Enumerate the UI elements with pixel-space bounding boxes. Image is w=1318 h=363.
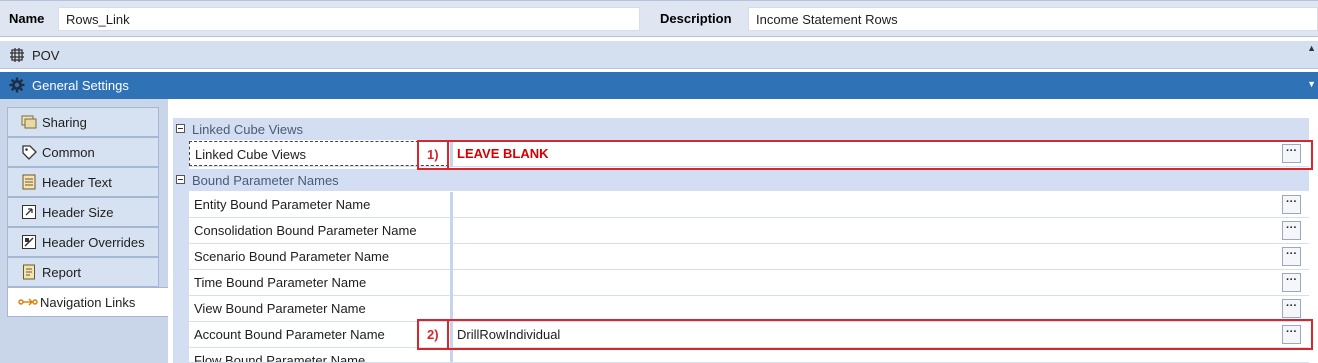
tab-navigation-links[interactable]: Navigation Links <box>7 287 168 317</box>
collapse-arrow-icon[interactable]: ▲ <box>1307 43 1316 53</box>
gear-icon <box>9 77 25 96</box>
pov-section-header[interactable]: POV ▲ <box>0 41 1318 69</box>
header-overrides-icon <box>21 234 37 250</box>
ellipsis-button[interactable]: ··· <box>1282 247 1301 266</box>
tab-header-text[interactable]: Header Text <box>7 167 159 197</box>
annotation-box-2 <box>417 319 1313 350</box>
description-label: Description <box>660 11 732 26</box>
annotation-number-2: 2) <box>427 327 439 342</box>
grid-gutter <box>173 118 189 363</box>
collapse-toggle-icon[interactable] <box>176 175 185 184</box>
pov-grid-icon <box>9 47 25 66</box>
general-settings-label: General Settings <box>32 78 129 93</box>
navigation-links-icon <box>18 294 40 310</box>
ellipsis-button[interactable]: ··· <box>1282 221 1301 240</box>
tab-label: Header Overrides <box>42 235 145 250</box>
header-text-icon <box>21 174 37 190</box>
tab-header-size[interactable]: Header Size <box>7 197 159 227</box>
property-row-consolidation[interactable]: Consolidation Bound Parameter Name ··· <box>189 218 1309 244</box>
property-name[interactable]: Consolidation Bound Parameter Name <box>189 218 449 243</box>
tab-label: Common <box>42 145 95 160</box>
property-row-entity[interactable]: Entity Bound Parameter Name ··· <box>189 192 1309 218</box>
property-name[interactable]: Account Bound Parameter Name <box>189 322 449 347</box>
category-label: Linked Cube Views <box>192 122 304 137</box>
column-divider <box>450 348 453 362</box>
property-name[interactable]: Linked Cube Views <box>189 141 449 166</box>
ellipsis-button[interactable]: ··· <box>1282 299 1301 318</box>
property-name[interactable]: Scenario Bound Parameter Name <box>189 244 449 269</box>
tab-sharing[interactable]: Sharing <box>7 107 159 137</box>
name-label: Name <box>9 11 45 26</box>
property-name[interactable]: Time Bound Parameter Name <box>189 270 449 295</box>
column-divider <box>450 244 453 270</box>
property-name[interactable]: View Bound Parameter Name <box>189 296 449 321</box>
category-linked-cube-views[interactable]: Linked Cube Views <box>173 118 1309 140</box>
property-name[interactable]: Entity Bound Parameter Name <box>189 192 449 217</box>
expand-arrow-icon[interactable]: ▼ <box>1307 79 1316 89</box>
column-divider <box>450 192 453 218</box>
property-row-scenario[interactable]: Scenario Bound Parameter Name ··· <box>189 244 1309 270</box>
report-icon <box>21 264 37 280</box>
general-settings-section-header[interactable]: General Settings ▼ <box>0 72 1318 99</box>
description-field[interactable]: Income Statement Rows <box>748 7 1318 31</box>
annotation-box-1 <box>417 140 1313 170</box>
column-divider <box>450 218 453 244</box>
tab-label: Navigation Links <box>40 295 136 310</box>
ellipsis-button[interactable]: ··· <box>1282 273 1301 292</box>
name-field[interactable]: Rows_Link <box>58 7 640 31</box>
tab-label: Header Size <box>42 205 114 220</box>
column-divider <box>450 270 453 296</box>
tab-report[interactable]: Report <box>7 257 159 287</box>
category-label: Bound Parameter Names <box>192 173 339 188</box>
property-name[interactable]: Flow Bound Parameter Name <box>189 348 449 362</box>
properties-header: Name Rows_Link Description Income Statem… <box>0 0 1318 37</box>
sharing-icon <box>21 114 37 130</box>
tab-label: Header Text <box>42 175 112 190</box>
tab-label: Report <box>42 265 82 280</box>
property-row-flow[interactable]: Flow Bound Parameter Name <box>189 348 1309 363</box>
tab-label: Sharing <box>42 115 87 130</box>
tab-common[interactable]: Common <box>7 137 159 167</box>
tab-header-overrides[interactable]: Header Overrides <box>7 227 159 257</box>
tag-icon <box>21 144 37 160</box>
annotation-number-1: 1) <box>427 147 439 162</box>
header-size-icon <box>21 204 37 220</box>
property-row-time[interactable]: Time Bound Parameter Name ··· <box>189 270 1309 296</box>
category-bound-parameter-names[interactable]: Bound Parameter Names <box>173 169 1309 191</box>
pov-label: POV <box>32 48 60 63</box>
collapse-toggle-icon[interactable] <box>176 124 185 133</box>
ellipsis-button[interactable]: ··· <box>1282 195 1301 214</box>
